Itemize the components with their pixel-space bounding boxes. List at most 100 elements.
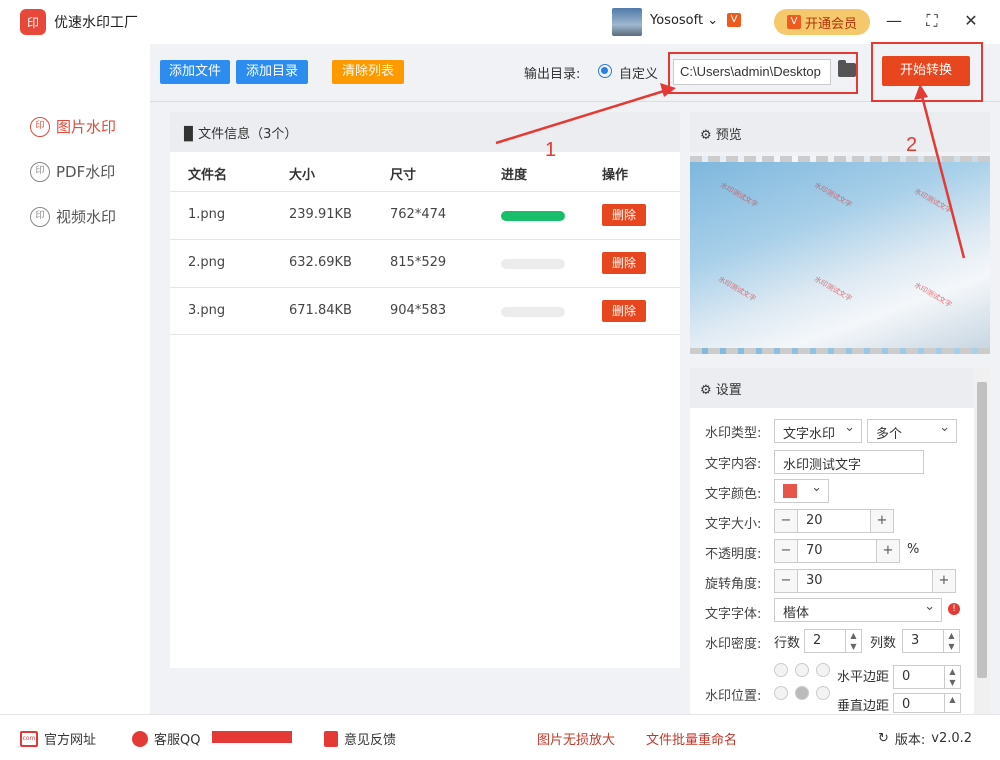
file-size: 632.69KB [289,255,352,270]
spin-arrows-icon[interactable]: ▲ [944,694,960,712]
spin-arrows-icon[interactable]: ▲ ▼ [845,630,861,652]
progress-bar [501,259,565,269]
sidebar-item-label: 图片水印 [56,118,117,136]
position-dot[interactable] [816,686,830,700]
vip-icon: V [786,15,801,29]
file-panel-header: ▉ 文件信息（3个） [170,112,680,152]
color-swatch [783,484,797,498]
position-dot[interactable] [774,686,788,700]
footer-website-link[interactable]: com 官方网址 [20,729,96,748]
delete-button[interactable]: 删除 [602,300,646,322]
font-label: 文字字体: [705,607,762,622]
opacity-value[interactable]: 70 [797,540,877,562]
delete-button[interactable]: 删除 [602,252,646,274]
sidebar-item-image-watermark[interactable]: 印图片水印 [30,116,116,137]
type-select[interactable]: 文字水印 [774,419,862,443]
hmargin-label: 水平边距 [837,670,890,685]
minus-icon[interactable]: − [775,510,797,532]
sidebar-item-pdf-watermark[interactable]: 印 PDF水印 [30,161,115,182]
plus-icon[interactable]: + [877,540,899,562]
clear-list-button[interactable]: 清除列表 [332,60,404,84]
content-input[interactable]: 水印测试文字 [774,450,924,474]
minus-icon[interactable]: − [775,570,797,592]
version-label: 版本: [894,733,926,748]
col-dims: 尺寸 [390,168,417,183]
warning-icon[interactable]: ! [948,603,960,615]
file-name: 3.png [188,303,226,318]
font-select[interactable]: 楷体 [774,598,942,622]
position-dot-selected[interactable] [795,686,809,700]
size-label: 文字大小: [705,517,762,532]
position-dot[interactable] [774,663,788,677]
opacity-stepper[interactable]: −70 + [774,539,900,563]
avatar[interactable] [612,8,642,36]
col-action: 操作 [602,168,629,183]
content-label: 文字内容: [705,457,762,472]
cols-spinner[interactable]: 3 ▲ ▼ [902,629,960,653]
custom-radio-label[interactable]: 自定义 [619,63,658,82]
vip-badge-icon: V [727,13,741,27]
rotate-label: 旋转角度: [705,577,762,592]
footer-qq-label: 客服QQ [154,733,201,748]
output-dir-label: 输出目录: [524,67,581,82]
opacity-label: 不透明度: [705,547,762,562]
feedback-icon [324,730,338,747]
add-directory-button[interactable]: 添加目录 [236,60,308,84]
watermark-text: 水印测试文字 [912,187,954,215]
settings-title: 设置 [715,383,742,398]
position-dot[interactable] [795,663,809,677]
size-value[interactable]: 20 [797,510,871,532]
minimize-icon[interactable]: — [883,10,905,32]
close-icon[interactable]: ✕ [960,10,982,32]
maximize-icon[interactable]: ⛶ [921,10,943,32]
file-dims: 815*529 [390,255,447,270]
color-label: 文字颜色: [705,487,762,502]
footer-feedback-label: 意见反馈 [344,733,397,748]
minus-icon[interactable]: − [775,540,797,562]
refresh-icon: ↻ [878,731,889,746]
vmargin-label: 垂直边距 [837,699,890,714]
scrollbar-thumb[interactable] [977,382,987,678]
position-label: 水印位置: [705,689,762,704]
vmargin-value[interactable]: 0 [894,694,944,712]
footer-enlarge-link[interactable]: 图片无损放大 [537,729,615,748]
sidebar-item-video-watermark[interactable]: 印视频水印 [30,206,116,227]
file-dims: 904*583 [390,303,447,318]
vmargin-spinner[interactable]: 0 ▲ [893,693,961,713]
vip-button[interactable]: V 开通会员 [774,9,870,35]
col-progress: 进度 [501,168,528,183]
cols-value[interactable]: 3 [903,630,943,652]
progress-fill [501,211,565,221]
add-file-button[interactable]: 添加文件 [160,60,230,84]
version-value: v2.0.2 [931,731,973,746]
color-picker[interactable] [774,479,829,503]
watermark-icon: 印 [30,116,50,137]
spin-arrows-icon[interactable]: ▲ ▼ [943,630,959,652]
custom-radio[interactable] [598,64,612,78]
size-stepper[interactable]: −20 + [774,509,894,533]
footer-rename-link[interactable]: 文件批量重命名 [646,729,737,748]
progress-bar [501,307,565,317]
plus-icon[interactable]: + [933,570,955,592]
username[interactable]: Yososoft ⌄ [650,13,718,28]
plus-icon[interactable]: + [871,510,893,532]
delete-button[interactable]: 删除 [602,204,646,226]
spin-arrows-icon[interactable]: ▲ ▼ [944,666,960,688]
rotate-stepper[interactable]: −30 + [774,569,956,593]
rotate-value[interactable]: 30 [797,570,933,592]
position-dot[interactable] [816,663,830,677]
rows-spinner[interactable]: 2 ▲ ▼ [804,629,862,653]
gear-icon: ⚙ [700,383,712,398]
hmargin-value[interactable]: 0 [894,666,944,688]
watermark-text: 水印测试文字 [716,275,758,303]
multi-select[interactable]: 多个 [867,419,957,443]
hmargin-spinner[interactable]: 0 ▲ ▼ [893,665,961,689]
type-label: 水印类型: [705,426,762,441]
website-icon: com [20,730,38,747]
footer-feedback-link[interactable]: 意见反馈 [324,729,396,748]
footer-qq-link[interactable]: 客服QQ [132,729,200,748]
footer-version[interactable]: ↻ 版本: v2.0.2 [878,729,972,748]
watermark-icon: 印 [30,206,50,227]
footer-website-label: 官方网址 [44,733,97,748]
rows-value[interactable]: 2 [805,630,845,652]
